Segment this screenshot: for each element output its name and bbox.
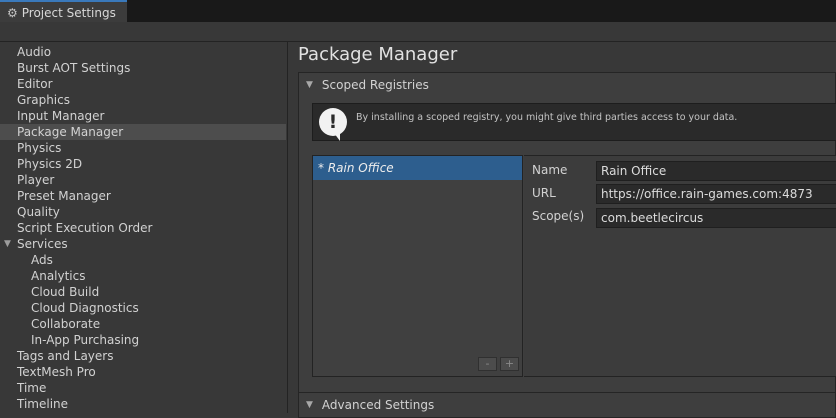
fold-arrow-icon[interactable]: ▼ — [306, 400, 313, 410]
sidebar-item-label: Timeline — [17, 397, 69, 411]
sidebar-item[interactable]: Burst AOT Settings — [0, 60, 286, 76]
gear-icon: ⚙ — [7, 5, 18, 20]
sidebar-item-label: Editor — [17, 77, 53, 91]
remove-registry-button[interactable]: - — [478, 357, 497, 371]
sidebar-item-label: Input Manager — [17, 109, 105, 123]
sidebar-item-label: Cloud Build — [31, 285, 100, 299]
sidebar-item[interactable]: Collaborate — [0, 316, 286, 332]
sidebar-item[interactable]: Quality — [0, 204, 286, 220]
advanced-settings-section: ▼ Advanced Settings — [298, 392, 836, 418]
sidebar-item[interactable]: Physics 2D — [0, 156, 286, 172]
sidebar-item-label: TextMesh Pro — [17, 365, 96, 379]
sidebar-item-label: Tags and Layers — [17, 349, 114, 363]
warning-helpbox: ! By installing a scoped registry, you m… — [312, 103, 836, 141]
sidebar-item[interactable]: Package Manager — [0, 124, 286, 140]
sidebar-item-label: Services — [17, 237, 68, 251]
sidebar-item-label: Time — [17, 381, 47, 395]
sidebar-item-label: Script Execution Order — [17, 221, 153, 235]
sidebar-item-label: Quality — [17, 205, 60, 219]
sidebar-item-label: Burst AOT Settings — [17, 61, 131, 75]
sidebar-item[interactable]: Graphics — [0, 92, 286, 108]
sidebar-item-label: Audio — [17, 45, 52, 59]
sidebar-item[interactable]: Ads — [0, 252, 286, 268]
sidebar-item-label: Ads — [31, 253, 53, 267]
sidebar-item[interactable]: In-App Purchasing — [0, 332, 286, 348]
settings-sidebar: Audio Burst AOT Settings Editor Graphics Inp… — [0, 44, 286, 413]
sidebar-item-label: Physics 2D — [17, 157, 83, 171]
sidebar-item-label: Collaborate — [31, 317, 101, 331]
sidebar-item-label: Package Manager — [17, 125, 124, 139]
sidebar-item[interactable]: Analytics — [0, 268, 286, 284]
add-registry-button[interactable]: + — [500, 357, 519, 371]
url-label: URL — [532, 186, 556, 200]
project-settings-tab[interactable]: ⚙ Project Settings — [0, 0, 127, 23]
sidebar-item-label: Physics — [17, 141, 62, 155]
sidebar-item[interactable]: Physics — [0, 140, 286, 156]
warning-text: By installing a scoped registry, you mig… — [356, 112, 738, 123]
registry-list: * Rain Office - + — [312, 155, 523, 377]
sidebar-item[interactable]: ▼ Services — [0, 236, 286, 252]
sidebar-item[interactable]: Timeline — [0, 396, 286, 412]
page-title: Package Manager — [298, 44, 458, 65]
name-field[interactable]: Rain Office — [596, 161, 836, 181]
fold-arrow-icon[interactable]: ▼ — [306, 80, 313, 90]
sidebar-item-label: Graphics — [17, 93, 70, 107]
section-title: Scoped Registries — [321, 78, 429, 92]
sidebar-item[interactable]: Preset Manager — [0, 188, 286, 204]
sidebar-item-label: Player — [17, 173, 55, 187]
scopes-label: Scope(s) — [532, 209, 585, 223]
sidebar-item[interactable]: TextMesh Pro — [0, 364, 286, 380]
url-field[interactable]: https://office.rain-games.com:4873 — [596, 184, 836, 204]
sidebar-item[interactable]: Cloud Build — [0, 284, 286, 300]
name-label: Name — [532, 163, 568, 177]
sidebar-item-label: In-App Purchasing — [31, 333, 140, 347]
sidebar-item-label: Cloud Diagnostics — [31, 301, 139, 315]
main-panel: Package Manager ▼ Scoped Registries ! By… — [288, 42, 836, 418]
sidebar-item[interactable]: Audio — [0, 44, 286, 60]
registry-details: Name Rain Office URL https://office.rain… — [524, 155, 836, 377]
list-controls: - + — [478, 357, 519, 371]
tab-title: Project Settings — [21, 5, 116, 20]
sidebar-item[interactable]: Script Execution Order — [0, 220, 286, 236]
sidebar-item-label: Preset Manager — [17, 189, 111, 203]
advanced-settings-header[interactable]: ▼ Advanced Settings — [299, 393, 835, 417]
scoped-registries-section: ▼ Scoped Registries ! By installing a sc… — [298, 72, 836, 402]
sidebar-item[interactable]: Player — [0, 172, 286, 188]
sidebar-item[interactable]: Editor — [0, 76, 286, 92]
toolbar-strip — [0, 22, 836, 42]
sidebar-item[interactable]: Tags and Layers — [0, 348, 286, 364]
sidebar-item[interactable]: Input Manager — [0, 108, 286, 124]
sidebar-item-label: Analytics — [31, 269, 86, 283]
scoped-registries-header[interactable]: ▼ Scoped Registries — [299, 73, 835, 97]
section-title: Advanced Settings — [321, 398, 435, 412]
scopes-field[interactable]: com.beetlecircus — [596, 208, 836, 228]
expand-arrow-icon[interactable]: ▼ — [4, 236, 11, 252]
sidebar-item[interactable]: Time — [0, 380, 286, 396]
registry-list-item[interactable]: * Rain Office — [313, 156, 522, 180]
sidebar-item[interactable]: Cloud Diagnostics — [0, 300, 286, 316]
warning-icon: ! — [319, 108, 347, 141]
